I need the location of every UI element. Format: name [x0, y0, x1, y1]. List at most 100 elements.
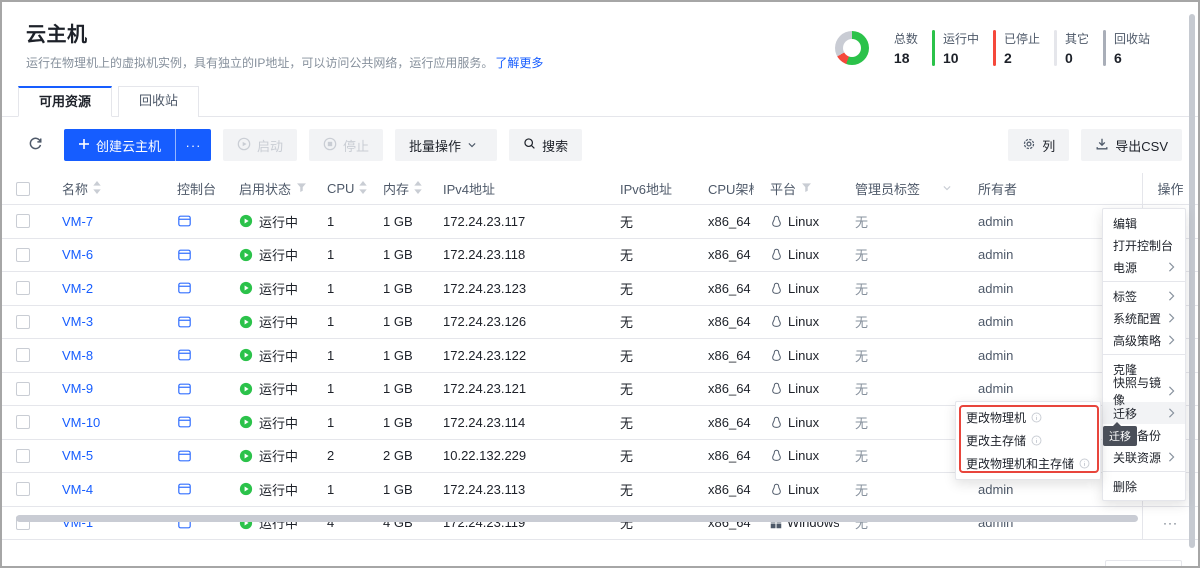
header-platform[interactable]: 平台 — [754, 173, 839, 204]
play-circle-icon — [237, 137, 257, 154]
vm-name-link[interactable]: VM-9 — [62, 381, 93, 396]
ipv6-cell: 无 — [604, 205, 692, 238]
console-icon[interactable] — [177, 214, 192, 228]
toolbar: 创建云主机 ··· 启动 停止 批量操作 搜索 列 导出CSV — [2, 125, 1198, 165]
tab[interactable]: 回收站 — [118, 86, 199, 117]
export-csv-button[interactable]: 导出CSV — [1081, 129, 1182, 161]
stop-circle-icon — [323, 137, 343, 154]
row-checkbox[interactable] — [16, 382, 30, 396]
table-footer: 第 1-10 项, 共 12 项 12 10 项/页 — [2, 560, 1198, 568]
row-checkbox[interactable] — [16, 348, 30, 362]
platform-cell: Linux — [754, 272, 839, 305]
menu-item[interactable]: 关联资源 — [1103, 446, 1185, 468]
platform-label: Linux — [788, 415, 819, 430]
create-vm-button[interactable]: 创建云主机 — [64, 129, 175, 161]
tags-cell: 无 — [839, 339, 962, 372]
row-checkbox[interactable] — [16, 248, 30, 262]
ipv4-cell: 172.24.23.117 — [427, 205, 604, 238]
donut-hole — [843, 39, 861, 57]
menu-entry — [1103, 281, 1185, 282]
console-icon[interactable] — [177, 348, 192, 362]
vertical-scrollbar[interactable] — [1189, 14, 1195, 548]
vm-name-link[interactable]: VM-5 — [62, 448, 93, 463]
select-all-checkbox[interactable] — [16, 182, 30, 196]
status-cell: 运行中 — [223, 339, 311, 372]
pagination: 12 10 项/页 — [975, 560, 1182, 568]
menu-item[interactable]: 编辑 — [1103, 212, 1185, 234]
submenu-item[interactable]: 更改物理机和主存储 — [956, 452, 1100, 475]
row-actions-button[interactable]: ··· — [1157, 513, 1185, 533]
stat-color-bar — [932, 30, 935, 66]
submenu-item[interactable]: 更改物理机 — [956, 406, 1100, 429]
submenu-item[interactable]: 更改主存储 — [956, 429, 1100, 452]
header-tags[interactable]: 管理员标签 — [839, 173, 962, 204]
header-status-label: 启用状态 — [239, 179, 291, 198]
download-icon — [1095, 137, 1115, 154]
menu-item[interactable]: 快照与镜像 — [1103, 380, 1185, 402]
migrate-submenu: 更改物理机 更改主存储 更改物理机和主存储 — [955, 401, 1101, 480]
row-checkbox[interactable] — [16, 315, 30, 329]
header-status[interactable]: 启用状态 — [223, 173, 311, 204]
vm-table: 名称 控制台 启用状态 CPU 内存 IPv4地址 IPv6地址 CPU架构 平… — [2, 173, 1198, 540]
platform-cell: Linux — [754, 239, 839, 272]
row-select-cell — [2, 205, 46, 238]
page-size-select[interactable]: 10 项/页 — [1105, 560, 1182, 568]
vm-name-cell: VM-2 — [46, 272, 161, 305]
console-icon[interactable] — [177, 281, 192, 295]
page-number-button[interactable]: 1 — [1011, 561, 1035, 568]
linux-icon — [770, 449, 783, 462]
row-checkbox[interactable] — [16, 281, 30, 295]
tab[interactable]: 可用资源 — [18, 86, 112, 117]
vm-name-link[interactable]: VM-10 — [62, 415, 100, 430]
vm-name-link[interactable]: VM-4 — [62, 482, 93, 497]
row-checkbox[interactable] — [16, 214, 30, 228]
menu-item-label: 电源 — [1113, 259, 1137, 276]
vm-name-link[interactable]: VM-7 — [62, 214, 93, 229]
horizontal-scrollbar[interactable] — [16, 515, 1138, 522]
stat-item: 其它 0 — [1054, 30, 1089, 66]
menu-item[interactable]: 系统配置 — [1103, 307, 1185, 329]
menu-item[interactable]: 删除 — [1103, 475, 1185, 497]
header-ipv4: IPv4地址 — [427, 173, 604, 204]
create-more-button[interactable]: ··· — [175, 129, 211, 161]
header-name[interactable]: 名称 — [46, 173, 161, 204]
columns-button[interactable]: 列 — [1008, 129, 1069, 161]
row-checkbox[interactable] — [16, 482, 30, 496]
menu-item[interactable]: 高级策略 — [1103, 329, 1185, 351]
batch-actions-button[interactable]: 批量操作 — [395, 129, 497, 161]
header-cpu[interactable]: CPU — [311, 173, 367, 204]
console-icon[interactable] — [177, 382, 192, 396]
next-page-button[interactable] — [1071, 561, 1095, 568]
console-icon[interactable] — [177, 315, 192, 329]
learn-more-link[interactable]: 了解更多 — [495, 56, 543, 70]
menu-item[interactable]: 打开控制台 — [1103, 234, 1185, 256]
console-icon[interactable] — [177, 482, 192, 496]
row-checkbox[interactable] — [16, 415, 30, 429]
menu-item[interactable]: 标签 — [1103, 285, 1185, 307]
prev-page-button[interactable] — [981, 561, 1005, 568]
header-memory[interactable]: 内存 — [367, 173, 427, 204]
ipv6-cell: 无 — [604, 507, 692, 540]
arch-cell: x86_64 — [692, 406, 754, 439]
menu-item[interactable]: 电源 — [1103, 256, 1185, 278]
stat-value: 6 — [1114, 50, 1150, 66]
page-number-button[interactable]: 2 — [1041, 561, 1065, 568]
cpu-cell: 4 — [311, 507, 367, 540]
platform-label: Linux — [788, 482, 819, 497]
header-arch[interactable]: CPU架构 — [692, 173, 754, 204]
refresh-button[interactable] — [18, 129, 52, 161]
header-ops-label: 操作 — [1157, 179, 1183, 198]
start-button[interactable]: 启动 — [223, 129, 297, 161]
console-icon[interactable] — [177, 248, 192, 262]
stop-label: 停止 — [343, 136, 369, 155]
row-checkbox[interactable] — [16, 449, 30, 463]
console-icon[interactable] — [177, 415, 192, 429]
vm-name-link[interactable]: VM-6 — [62, 247, 93, 262]
memory-cell: 1 GB — [367, 339, 427, 372]
vm-name-link[interactable]: VM-8 — [62, 348, 93, 363]
console-icon[interactable] — [177, 449, 192, 463]
stop-button[interactable]: 停止 — [309, 129, 383, 161]
vm-name-link[interactable]: VM-2 — [62, 281, 93, 296]
search-button[interactable]: 搜索 — [509, 129, 582, 161]
vm-name-link[interactable]: VM-3 — [62, 314, 93, 329]
